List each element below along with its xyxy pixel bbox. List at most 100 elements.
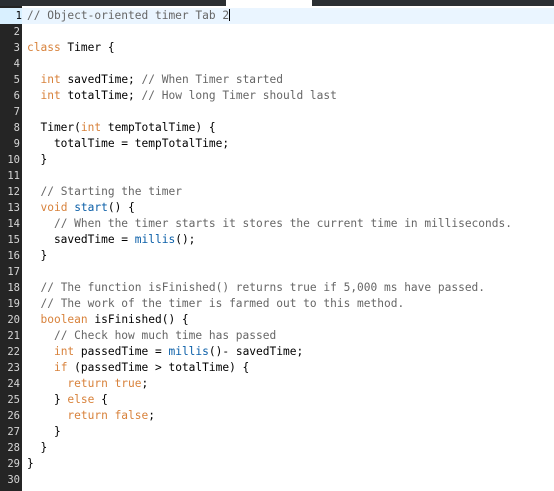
line-number: 7 [13, 106, 20, 118]
code-keyword: return false [67, 409, 149, 422]
code-token: isFinished() { [87, 313, 189, 326]
line-number: 25 [7, 394, 20, 406]
code-token: } [27, 441, 48, 454]
code-token: } [27, 457, 34, 470]
line-number: 19 [7, 298, 20, 310]
code-line[interactable]: 5 int savedTime; // When Timer started [0, 72, 554, 88]
code-line[interactable]: 3 class Timer { [0, 40, 554, 56]
code-token: Timer { [60, 41, 115, 54]
code-text: boolean isFinished() { [27, 312, 189, 328]
code-line[interactable]: 28 } [0, 440, 554, 456]
line-number: 8 [13, 122, 20, 134]
code-line[interactable]: 23 if (passedTime > totalTime) { [0, 360, 554, 376]
line-number: 26 [7, 410, 20, 422]
code-comment: // Object-oriented timer Tab 2 [27, 9, 230, 22]
code-comment: // Starting the timer [40, 185, 182, 198]
code-keyword: boolean [40, 313, 88, 326]
code-line[interactable]: 10 } [0, 152, 554, 168]
code-text: // When the timer starts it stores the c… [27, 216, 512, 232]
code-line[interactable]: 20 boolean isFinished() { [0, 312, 554, 328]
code-text: savedTime = millis(); [27, 232, 195, 248]
code-text: } else { [27, 392, 108, 408]
code-token: (); [175, 233, 196, 246]
line-number: 17 [7, 266, 20, 278]
line-number: 15 [7, 234, 20, 246]
line-number: 6 [13, 90, 20, 102]
line-number: 27 [7, 426, 20, 438]
code-line[interactable]: 24 return true; [0, 376, 554, 392]
code-keyword: int [53, 345, 75, 358]
code-token: } [27, 249, 48, 262]
code-token: } [27, 425, 61, 438]
code-line[interactable]: 1 // Object-oriented timer Tab 2 [0, 8, 554, 24]
code-line[interactable]: 8 Timer(int tempTotalTime) { [0, 120, 554, 136]
code-line[interactable]: 16 } [0, 248, 554, 264]
code-line[interactable]: 21 // Check how much time has passed [0, 328, 554, 344]
code-line[interactable]: 22 int passedTime = millis()- savedTime; [0, 344, 554, 360]
code-line[interactable]: 26 return false; [0, 408, 554, 424]
code-token: } [27, 153, 48, 166]
line-number: 3 [13, 42, 20, 54]
code-text: } [27, 248, 47, 264]
code-line[interactable]: 25 } else { [0, 392, 554, 408]
code-line[interactable]: 27 } [0, 424, 554, 440]
code-line[interactable]: 2 [0, 24, 554, 40]
code-text: // Starting the timer [27, 184, 182, 200]
code-token: savedTime = [27, 233, 135, 246]
line-number: 10 [7, 154, 20, 166]
code-line[interactable]: 18 // The function isFinished() returns … [0, 280, 554, 296]
code-line[interactable]: 4 [0, 56, 554, 72]
code-token: totalTime = tempTotalTime; [27, 137, 230, 150]
code-line[interactable]: 17 [0, 264, 554, 280]
code-text: } [27, 456, 34, 472]
code-text: class Timer { [27, 40, 115, 56]
code-keyword: return true [67, 377, 142, 390]
code-line[interactable]: 19 // The work of the timer is farmed ou… [0, 296, 554, 312]
line-number: 12 [7, 186, 20, 198]
code-line[interactable]: 15 savedTime = millis(); [0, 232, 554, 248]
code-function: millis [168, 345, 209, 358]
code-token: totalTime; [60, 89, 142, 102]
line-number: 14 [7, 218, 20, 230]
code-token: ; [148, 409, 155, 422]
code-token: Timer( [27, 121, 81, 134]
code-text: } [27, 152, 47, 168]
line-number: 11 [7, 170, 20, 182]
code-line[interactable]: 14 // When the timer starts it stores th… [0, 216, 554, 232]
line-number: 30 [7, 474, 20, 486]
code-text: // The work of the timer is farmed out t… [27, 296, 404, 312]
code-comment: // The work of the timer is farmed out t… [40, 297, 405, 310]
code-line[interactable]: 12 // Starting the timer [0, 184, 554, 200]
code-line[interactable]: 29} [0, 456, 554, 472]
code-token: () { [107, 201, 135, 214]
code-line[interactable]: 6 int totalTime; // How long Timer shoul… [0, 88, 554, 104]
code-function: millis [134, 233, 176, 246]
code-line[interactable]: 9 totalTime = tempTotalTime; [0, 136, 554, 152]
code-text: // Check how much time has passed [27, 328, 276, 344]
code-keyword: if [53, 361, 68, 374]
code-keyword: int [40, 73, 61, 86]
code-keyword: else [67, 393, 95, 406]
line-number: 18 [7, 282, 20, 294]
code-token: ; [141, 377, 149, 390]
code-line[interactable]: 13 void start() { [0, 200, 554, 216]
code-comment: // Check how much time has passed [53, 329, 277, 342]
code-token: (passedTime > totalTime) { [67, 361, 250, 374]
line-number: 1 [0, 8, 22, 24]
code-token: { [94, 393, 108, 406]
line-number: 22 [7, 346, 20, 358]
code-line[interactable]: 7 [0, 104, 554, 120]
code-line[interactable]: 11 [0, 168, 554, 184]
line-number: 29 [7, 458, 20, 470]
code-function: start [74, 201, 108, 214]
code-line[interactable]: 30 [0, 472, 554, 488]
